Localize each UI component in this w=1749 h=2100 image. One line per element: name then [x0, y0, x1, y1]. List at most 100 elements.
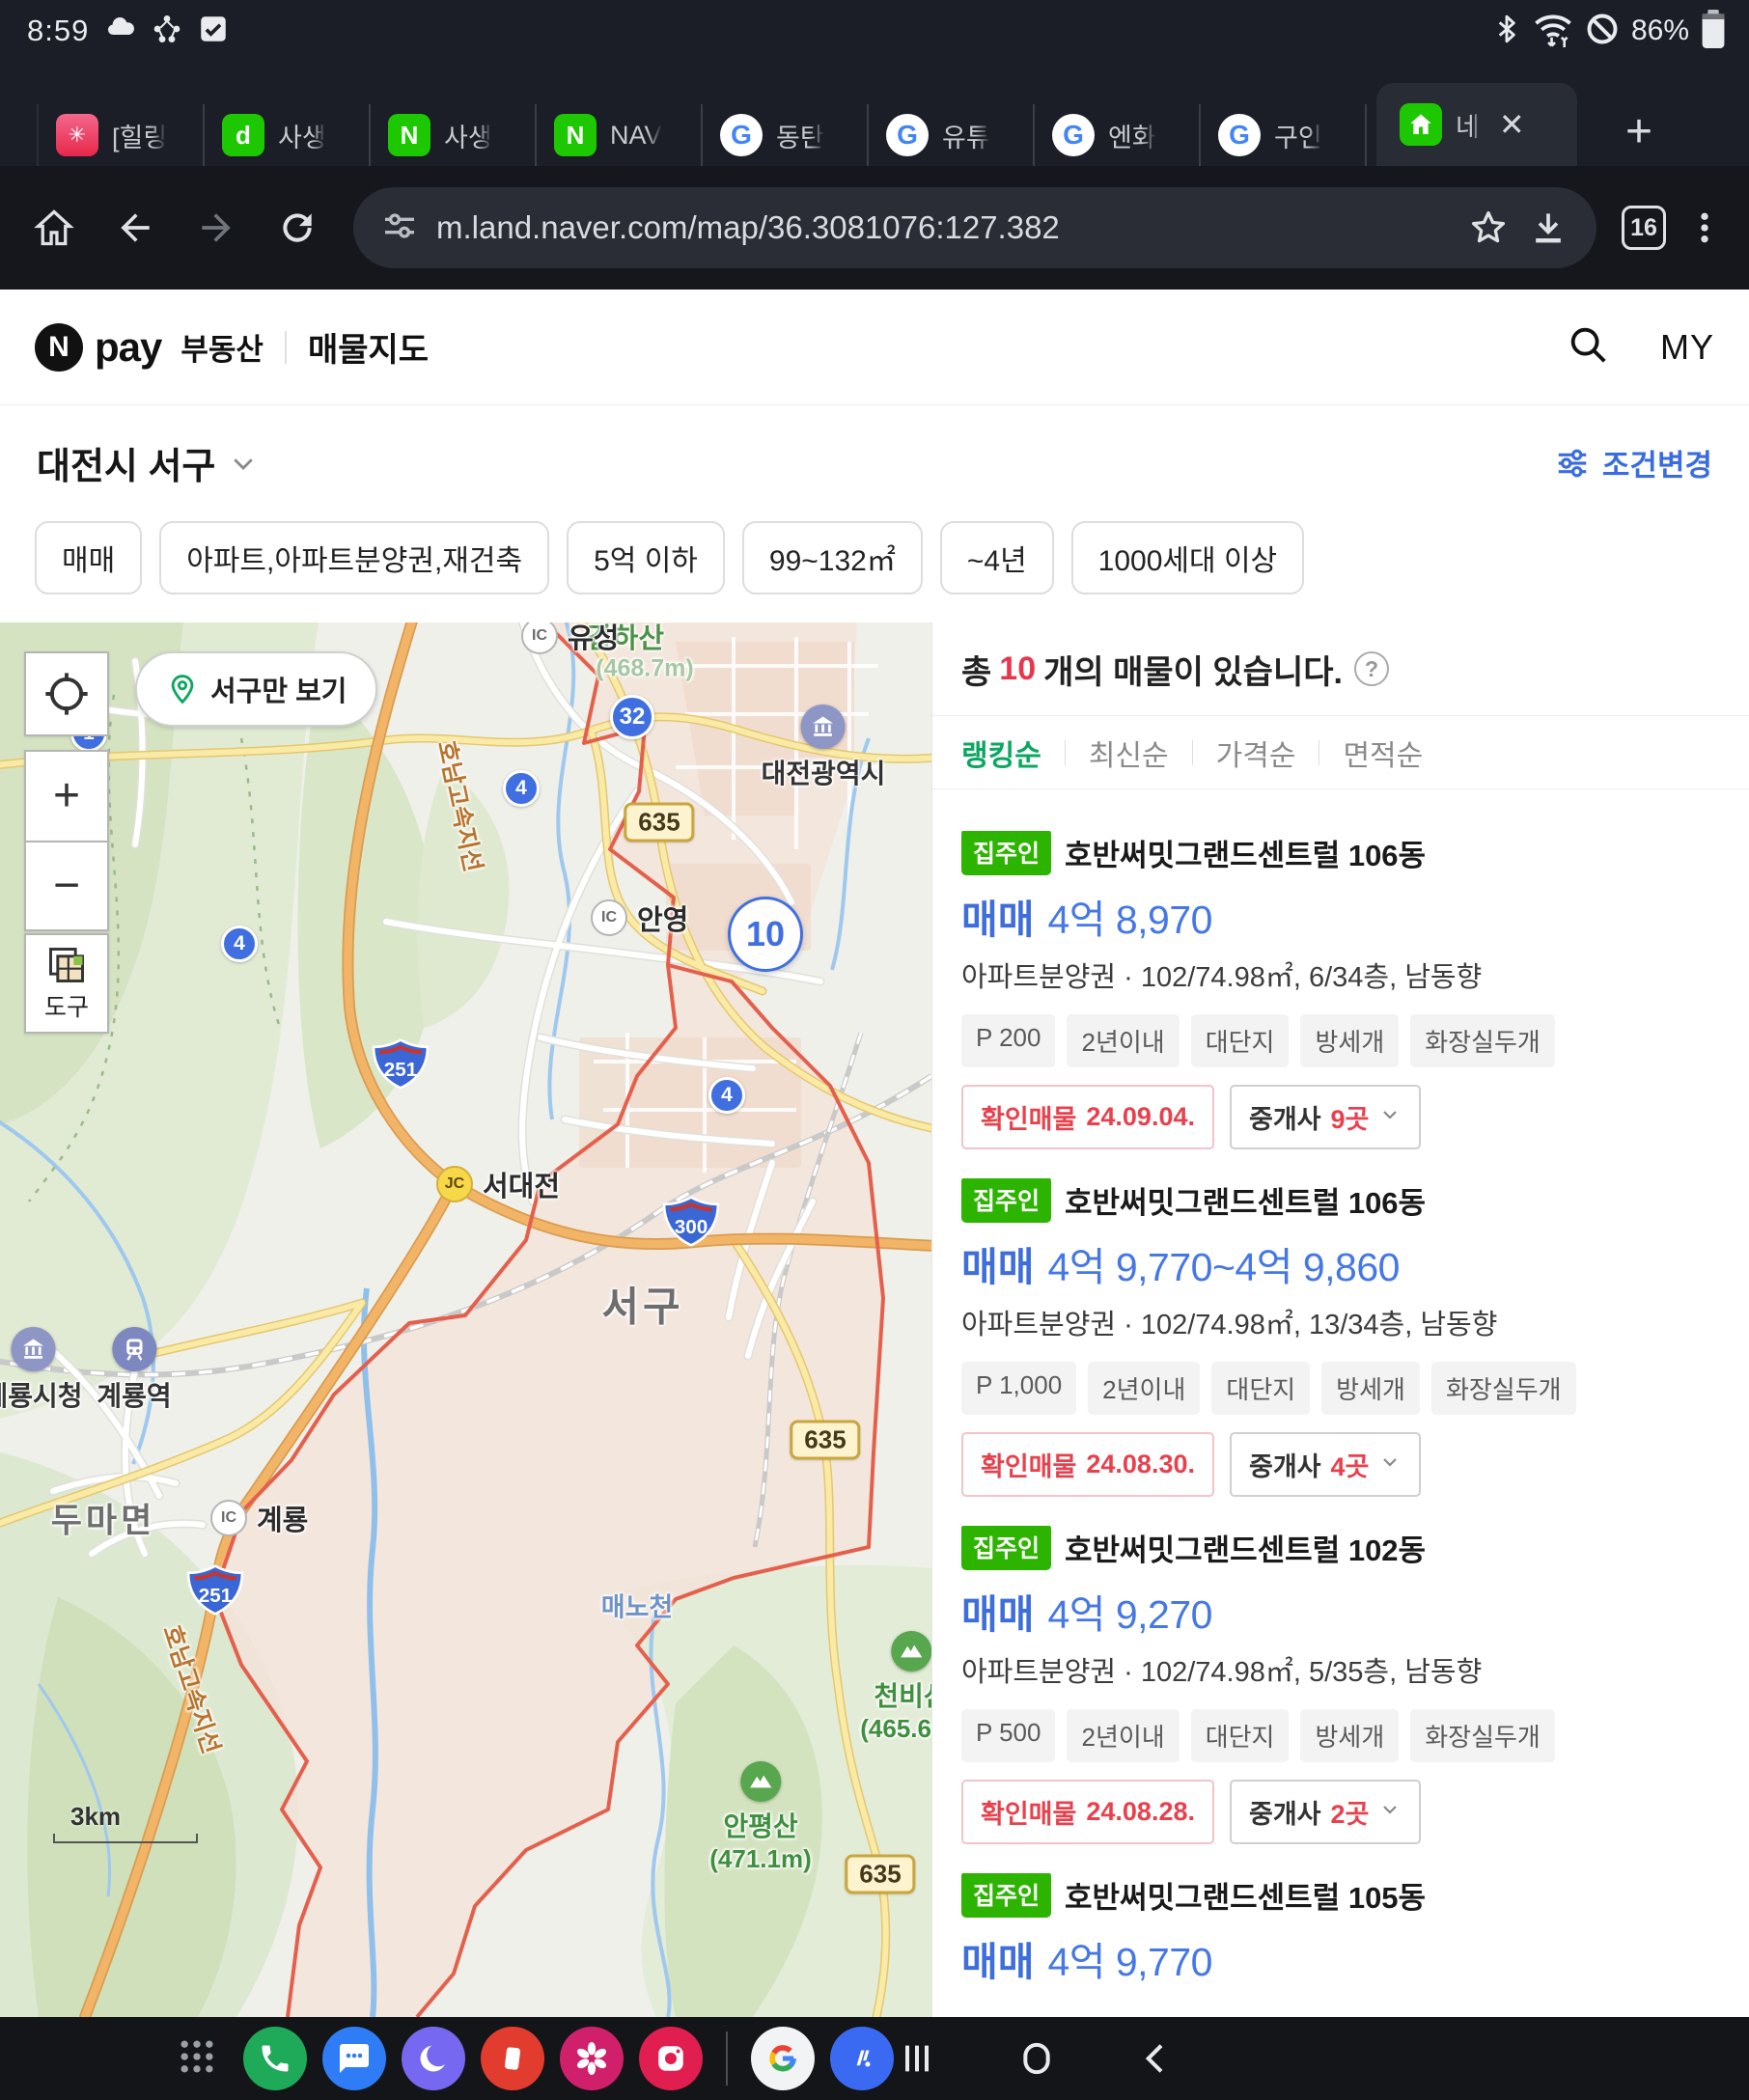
listing-tag: P 1,000	[961, 1362, 1076, 1415]
filter-chip[interactable]: 매매	[35, 521, 142, 594]
scale-bar	[53, 1834, 198, 1843]
back-icon[interactable]	[108, 201, 162, 255]
nav-recents-button[interactable]	[888, 2030, 946, 2087]
browser-tab[interactable]: N사생	[371, 104, 537, 166]
listing-item[interactable]: 집주인호반써밋그랜드센트럴 106동매매4억 9,770~4억 9,860아파트…	[961, 1178, 1720, 1526]
link-sharing-notification-icon	[151, 13, 183, 50]
sort-option[interactable]: 랭킹순	[961, 732, 1041, 774]
download-icon[interactable]	[1523, 203, 1573, 253]
tab-switcher-button[interactable]: 16	[1622, 206, 1666, 250]
sort-option[interactable]: 가격순	[1216, 732, 1296, 774]
filter-chip[interactable]: 99~132㎡	[742, 521, 923, 594]
naver-pay-logo[interactable]: N pay 부동산	[35, 323, 264, 372]
listing-tag: 대단지	[1211, 1362, 1310, 1415]
partial-tab[interactable]	[6, 104, 39, 166]
realty-section-label[interactable]: 부동산	[180, 325, 264, 369]
dock-app-google[interactable]	[751, 2027, 815, 2090]
reload-icon[interactable]	[270, 201, 324, 255]
listing-tag: 2년이내	[1088, 1362, 1200, 1415]
dock-app-flower[interactable]	[560, 2027, 624, 2090]
browser-tab-strip: ✳[힐링d사생N사생NNAVG동탄G유튜G엔화G구인 네 ✕ +	[0, 62, 1749, 166]
listing-tag: 2년이내	[1067, 1709, 1179, 1762]
browser-tab[interactable]: G유튜	[869, 104, 1035, 166]
url-field[interactable]: m.land.naver.com/map/36.3081076:127.382	[353, 187, 1596, 268]
results-summary: 총 10 개의 매물이 있습니다. ?	[932, 622, 1749, 716]
bluetooth-icon	[1492, 13, 1521, 50]
agents-button[interactable]: 중개사2곳	[1230, 1780, 1421, 1844]
map-tools-button[interactable]: 도구	[24, 933, 109, 1034]
browser-tab[interactable]: G엔화	[1035, 104, 1201, 166]
my-location-button[interactable]	[24, 651, 109, 736]
help-icon[interactable]: ?	[1354, 651, 1389, 686]
listing-cluster-marker[interactable]: 10	[728, 897, 803, 972]
filter-chip[interactable]: 아파트,아파트분양권,재건축	[159, 521, 549, 594]
naver-logo-icon: N	[35, 323, 83, 372]
dock-app-messages[interactable]	[322, 2027, 386, 2090]
tab-title: 사생	[278, 117, 326, 154]
dock-app-clipboard[interactable]	[481, 2027, 544, 2090]
zoom-out-button[interactable]: −	[24, 841, 109, 931]
agents-button[interactable]: 중개사9곳	[1230, 1085, 1421, 1149]
new-tab-button[interactable]: +	[1600, 105, 1678, 166]
agent-label: 중개사	[1249, 1098, 1321, 1136]
dock-app-internet[interactable]	[402, 2027, 465, 2090]
listing-item[interactable]: 집주인호반써밋그랜드센트럴 106동매매4억 8,970아파트분양권 · 102…	[961, 831, 1720, 1178]
listing-item[interactable]: 집주인호반써밋그랜드센트럴 105동매매4억 9,770	[961, 1873, 1720, 2017]
listing-tags: P 5002년이내대단지방세개화장실두개	[961, 1709, 1720, 1762]
sort-option[interactable]: 면적순	[1343, 732, 1423, 774]
close-tab-icon[interactable]: ✕	[1493, 106, 1531, 143]
confirmed-listing-button[interactable]: 확인매물24.08.28.	[961, 1780, 1214, 1844]
listing-item[interactable]: 집주인호반써밋그랜드센트럴 102동매매4억 9,270아파트분양권 · 102…	[961, 1526, 1720, 1873]
home-icon[interactable]	[27, 201, 81, 255]
browser-tab[interactable]: ✳[힐링	[39, 104, 205, 166]
forward-icon[interactable]	[189, 201, 243, 255]
listing-title: 호반써밋그랜드센트럴 102동	[1065, 1526, 1426, 1569]
listing-detail: 아파트분양권 · 102/74.98㎡, 6/34층, 남동향	[961, 954, 1720, 995]
browser-tab[interactable]: d사생	[205, 104, 371, 166]
dock-app-finance[interactable]	[830, 2027, 894, 2090]
browser-tab[interactable]: NNAV	[537, 104, 703, 166]
chevron-down-icon	[229, 449, 258, 478]
chevron-down-icon	[1378, 1451, 1402, 1478]
listing-title: 호반써밋그랜드센트럴 105동	[1065, 1873, 1426, 1917]
android-dock	[0, 2017, 1749, 2100]
nav-back-button[interactable]	[1127, 2030, 1185, 2087]
browser-menu-icon[interactable]	[1680, 203, 1730, 253]
zoom-in-button[interactable]: +	[24, 750, 109, 841]
sort-option[interactable]: 최신순	[1089, 732, 1169, 774]
bookmark-star-icon[interactable]	[1463, 203, 1513, 253]
price-amount: 4억 9,770	[1047, 1929, 1212, 1987]
app-drawer-button[interactable]	[176, 2035, 218, 2083]
district-only-button[interactable]: 서구만 보기	[135, 651, 377, 727]
filter-chip[interactable]: ~4년	[940, 521, 1054, 594]
confirm-label: 확인매물	[981, 1098, 1076, 1136]
my-menu[interactable]: MY	[1660, 327, 1714, 368]
site-settings-icon[interactable]	[380, 207, 419, 250]
browser-tab[interactable]: G구인	[1201, 104, 1367, 166]
tab-title: [힐링	[112, 117, 167, 154]
dock-app-phone[interactable]	[243, 2027, 307, 2090]
browser-tab[interactable]: G동탄	[703, 104, 869, 166]
confirmed-listing-button[interactable]: 확인매물24.09.04.	[961, 1085, 1214, 1149]
tab-title: 동탄	[776, 117, 824, 154]
main-content: 서구두마면갑하산(468.7m)매노천호남고속지선호남고속지선IC유성JC서대전…	[0, 622, 1749, 2017]
agents-button[interactable]: 중개사4곳	[1230, 1432, 1421, 1497]
listing-header: 집주인호반써밋그랜드센트럴 102동	[961, 1526, 1720, 1568]
listing-title: 호반써밋그랜드센트럴 106동	[1065, 1178, 1426, 1222]
map[interactable]: 서구두마면갑하산(468.7m)매노천호남고속지선호남고속지선IC유성JC서대전…	[0, 622, 931, 2017]
confirmed-listing-button[interactable]: 확인매물24.08.30.	[961, 1432, 1214, 1497]
dock-app-camera[interactable]	[639, 2027, 703, 2090]
listing-tag: 대단지	[1191, 1709, 1290, 1762]
search-icon[interactable]	[1566, 322, 1610, 372]
price-amount: 4억 9,770~4억 9,860	[1047, 1234, 1399, 1292]
nav-home-button[interactable]	[1008, 2030, 1066, 2087]
battery-percent: 86%	[1631, 14, 1689, 47]
active-tab[interactable]: 네 ✕	[1376, 83, 1577, 166]
filter-change-button[interactable]: 조건변경	[1554, 441, 1712, 484]
owner-badge: 집주인	[961, 1178, 1051, 1223]
screen: 8:59 86%	[0, 0, 1749, 2100]
region-selector[interactable]: 대전시 서구	[37, 436, 258, 489]
filter-chip[interactable]: 1000세대 이상	[1071, 521, 1304, 594]
filter-chip[interactable]: 5억 이하	[567, 521, 725, 594]
district-only-label: 서구만 보기	[210, 669, 347, 709]
